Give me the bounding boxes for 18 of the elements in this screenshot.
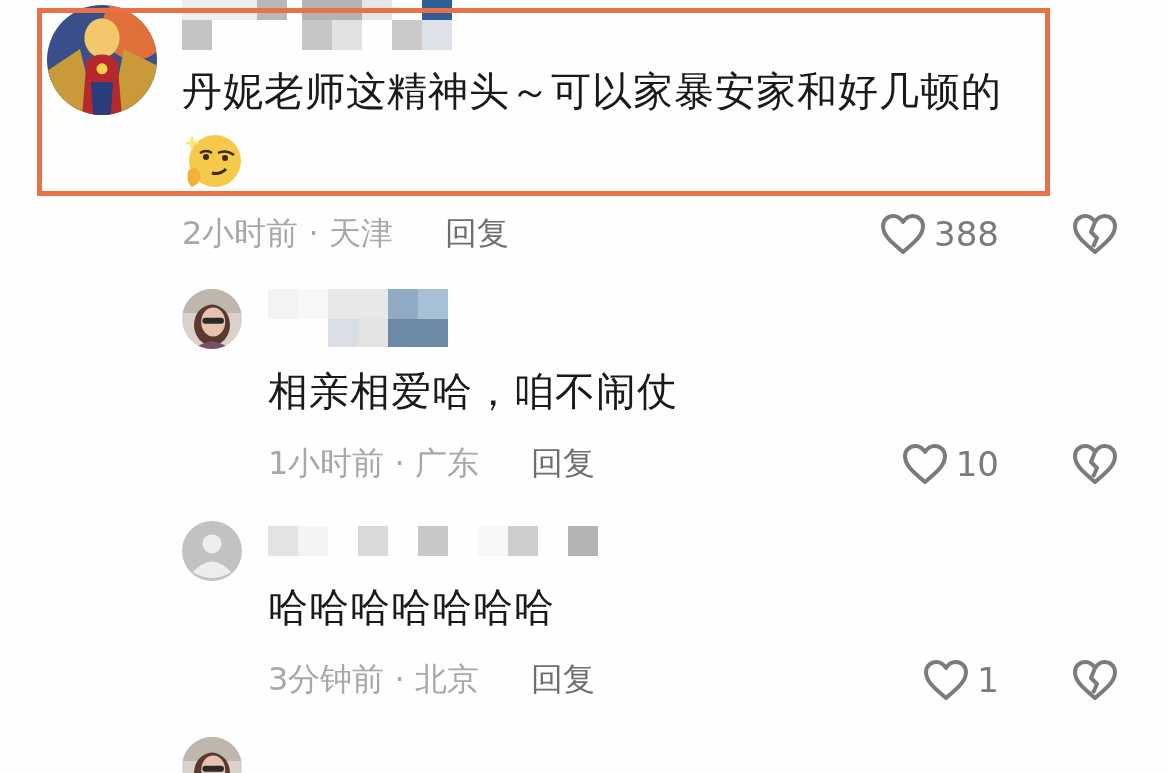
reply-link[interactable]: 回复 [530,442,595,486]
broken-heart-icon[interactable] [1072,659,1118,701]
comment-text: 丹妮老师这精神头～可以家暴安家和好几顿的 [182,67,1003,116]
comment-time-location: 3分钟前 · 北京 [268,659,479,700]
broken-heart-icon[interactable] [1072,443,1118,485]
heart-icon[interactable] [901,443,948,485]
like-count: 388 [934,214,999,254]
comment-text: 相亲相爱哈，咱不闹仗 [268,367,679,416]
broken-heart-icon[interactable] [1072,213,1118,255]
comment-text: 哈哈哈哈哈哈哈 [268,583,556,632]
reply-link[interactable]: 回复 [444,212,509,256]
comment-time-location: 2小时前 · 天津 [182,213,393,254]
reply-link[interactable]: 回复 [530,658,595,702]
heart-icon[interactable] [923,659,970,701]
like-count: 1 [977,660,999,700]
heart-icon[interactable] [880,213,927,255]
comment-time-location: 1小时前 · 广东 [268,443,479,484]
like-count: 10 [955,444,999,484]
